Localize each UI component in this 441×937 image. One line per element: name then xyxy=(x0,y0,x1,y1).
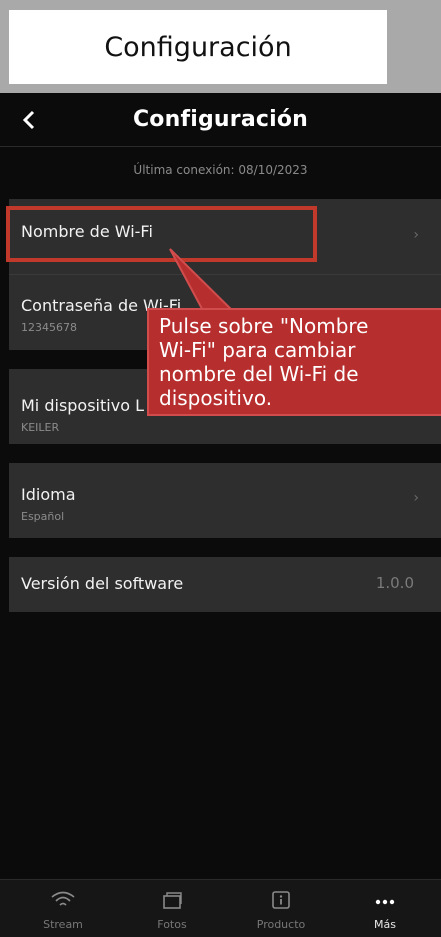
photos-icon xyxy=(163,892,182,909)
language-label: Idioma xyxy=(21,485,76,504)
tab-product-label: Producto xyxy=(256,918,306,931)
tab-photos[interactable]: Fotos xyxy=(117,880,227,937)
info-icon xyxy=(272,891,290,909)
callout-line: dispositivo. xyxy=(159,386,273,410)
tab-more-label: Más xyxy=(374,918,396,931)
software-version-label: Versión del software xyxy=(21,574,184,593)
more-icon xyxy=(375,899,395,905)
software-version-row: Versión del software 1.0.0 xyxy=(9,557,441,612)
tab-more[interactable]: Más xyxy=(330,880,440,937)
tab-stream[interactable]: Stream xyxy=(8,880,118,937)
my-device-value: KEILER xyxy=(21,421,60,434)
tab-photos-label: Fotos xyxy=(157,918,187,931)
tab-stream-label: Stream xyxy=(43,918,83,931)
chevron-right-icon: › xyxy=(413,490,419,506)
tooltip-callout: Pulse sobre "Nombre Wi-Fi" para cambiar … xyxy=(147,308,441,416)
callout-line: Wi-Fi" para cambiar xyxy=(159,338,356,362)
software-version-value: 1.0.0 xyxy=(375,574,414,592)
callout-line: Pulse sobre "Nombre xyxy=(159,314,369,338)
callout-line: nombre del Wi-Fi de xyxy=(159,362,359,386)
language-row[interactable]: Idioma Español › xyxy=(9,463,441,538)
language-value: Español xyxy=(21,510,65,523)
tab-product[interactable]: Producto xyxy=(226,880,336,937)
tab-bar: Stream Fotos Producto Más xyxy=(0,879,441,937)
wifi-icon xyxy=(51,891,75,906)
